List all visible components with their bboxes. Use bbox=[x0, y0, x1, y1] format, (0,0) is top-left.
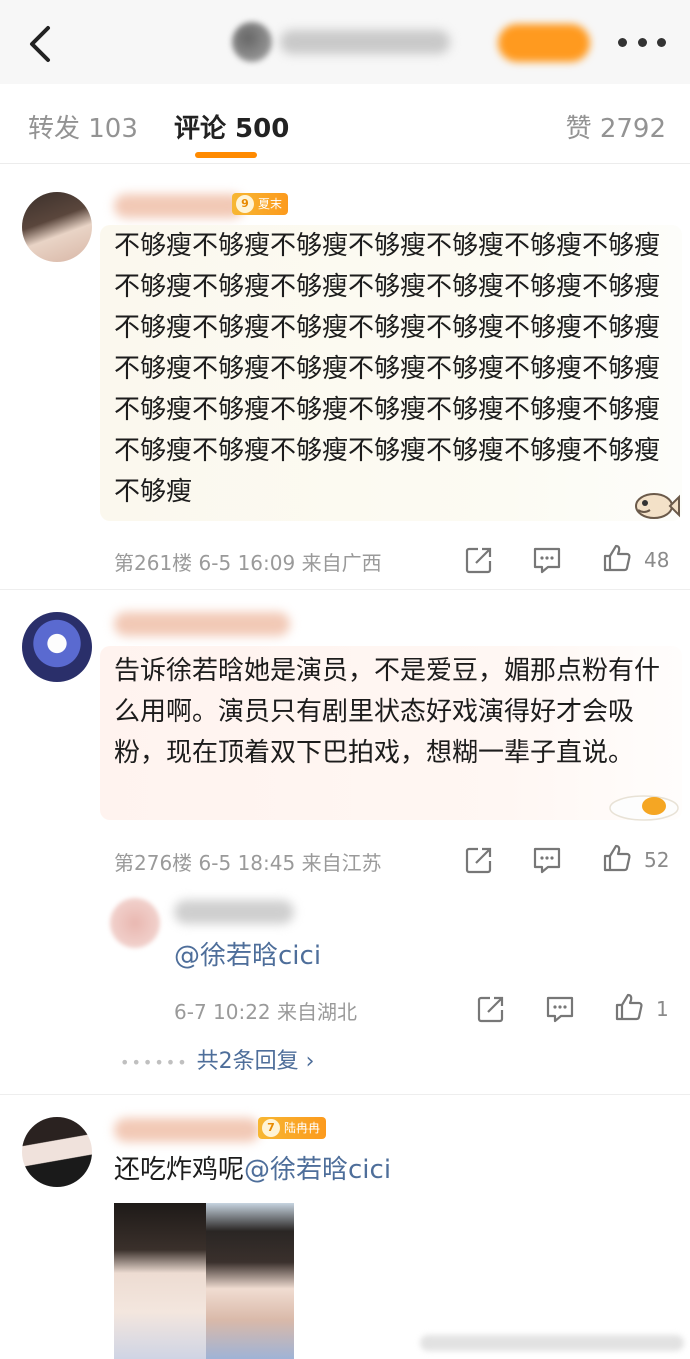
divider bbox=[0, 589, 690, 590]
reply-button[interactable] bbox=[545, 994, 575, 1024]
share-button[interactable] bbox=[464, 845, 494, 875]
comment-text: 告诉徐若晗她是演员，不是爱豆，媚那点粉有什么用啊。演员只有剧里状态好戏演得好才会… bbox=[114, 656, 661, 768]
comment-text: 不够瘦不够瘦不够瘦不够瘦不够瘦不够瘦不够瘦不够瘦不够瘦不够瘦不够瘦不够瘦不够瘦不… bbox=[114, 231, 661, 507]
reply-button[interactable] bbox=[532, 545, 562, 575]
chevron-left-icon bbox=[30, 26, 50, 62]
follow-button[interactable] bbox=[498, 24, 590, 62]
thumbs-up-icon bbox=[603, 544, 631, 572]
more-replies-label: 共2条回复 › bbox=[196, 1049, 315, 1074]
mention-link[interactable]: @徐若晗cici bbox=[244, 1155, 391, 1185]
fan-badge-label: 夏末 bbox=[258, 197, 283, 211]
comment-text-body: 还吃炸鸡呢 bbox=[114, 1155, 245, 1185]
reply-time: 6-7 10:22 bbox=[174, 1000, 271, 1024]
like-count: 1 bbox=[656, 997, 669, 1021]
comment-image[interactable] bbox=[206, 1203, 294, 1359]
like-count: 48 bbox=[644, 548, 670, 572]
share-button[interactable] bbox=[476, 994, 506, 1024]
reply-button[interactable] bbox=[532, 845, 562, 875]
username-redacted[interactable] bbox=[114, 194, 244, 218]
username-redacted[interactable] bbox=[114, 1118, 260, 1142]
divider bbox=[0, 1094, 690, 1095]
avatar[interactable] bbox=[110, 898, 160, 948]
like-button[interactable] bbox=[614, 992, 644, 1022]
fan-level: 7 bbox=[262, 1119, 280, 1137]
username-redacted[interactable] bbox=[114, 612, 290, 636]
watermark-redacted bbox=[420, 1335, 684, 1351]
fan-level: 9 bbox=[236, 195, 254, 213]
comment-text: 还吃炸鸡呢@徐若晗cici bbox=[114, 1150, 391, 1191]
like-count: 52 bbox=[644, 848, 670, 872]
avatar[interactable] bbox=[22, 612, 92, 682]
divider bbox=[0, 163, 690, 164]
tab-bar: 转发 103 评论 500 赞 2792 bbox=[0, 84, 690, 164]
fish-sticker-icon bbox=[635, 493, 680, 519]
mention-link[interactable]: @徐若晗cici bbox=[174, 936, 321, 977]
share-button[interactable] bbox=[464, 545, 494, 575]
tab-repost[interactable]: 转发 103 bbox=[28, 108, 138, 145]
avatar[interactable] bbox=[22, 1117, 92, 1187]
share-icon bbox=[465, 847, 492, 874]
like-button[interactable] bbox=[602, 543, 632, 573]
top-bar bbox=[0, 0, 690, 84]
avatar[interactable] bbox=[22, 192, 92, 262]
username-redacted[interactable] bbox=[174, 900, 294, 924]
back-button[interactable] bbox=[24, 24, 60, 64]
like-button[interactable] bbox=[602, 843, 632, 873]
share-icon bbox=[465, 547, 492, 574]
author-name-redacted[interactable] bbox=[280, 30, 450, 54]
fan-badge[interactable]: 9 夏末 bbox=[232, 193, 289, 215]
share-icon bbox=[477, 996, 504, 1023]
comment-icon bbox=[546, 996, 574, 1023]
floor-number: 第261楼 bbox=[114, 551, 193, 575]
thumbs-up-icon bbox=[615, 993, 643, 1021]
comment-location: 来自江苏 bbox=[301, 851, 382, 875]
comment-icon bbox=[533, 847, 561, 874]
active-tab-indicator bbox=[195, 152, 257, 158]
comment-time: 6-5 18:45 bbox=[198, 851, 296, 875]
thumbs-up-icon bbox=[603, 844, 631, 872]
comment-location: 来自广西 bbox=[301, 551, 382, 575]
fan-badge[interactable]: 7 陆冉冉 bbox=[258, 1117, 327, 1139]
fan-badge-label: 陆冉冉 bbox=[284, 1121, 321, 1135]
egg-sticker-icon bbox=[609, 795, 679, 821]
more-button[interactable] bbox=[618, 38, 666, 50]
reply-meta: 6-7 10:22 来自湖北 bbox=[174, 996, 357, 1025]
comment-image[interactable] bbox=[114, 1203, 206, 1359]
comment-icon bbox=[533, 547, 561, 574]
reply-location: 来自湖北 bbox=[277, 1000, 358, 1024]
ellipsis-icon bbox=[618, 38, 627, 47]
floor-number: 第276楼 bbox=[114, 851, 193, 875]
tab-comments[interactable]: 评论 500 bbox=[174, 108, 289, 145]
author-avatar[interactable] bbox=[232, 22, 272, 62]
comment-meta: 第276楼 6-5 18:45 来自江苏 bbox=[114, 847, 382, 876]
comment-time: 6-5 16:09 bbox=[198, 551, 296, 575]
tab-likes[interactable]: 赞 2792 bbox=[566, 108, 666, 145]
more-replies-link[interactable]: •••••• 共2条回复 › bbox=[120, 1043, 314, 1075]
comment-meta: 第261楼 6-5 16:09 来自广西 bbox=[114, 547, 382, 576]
ellipsis-icon: •••••• bbox=[120, 1053, 189, 1072]
